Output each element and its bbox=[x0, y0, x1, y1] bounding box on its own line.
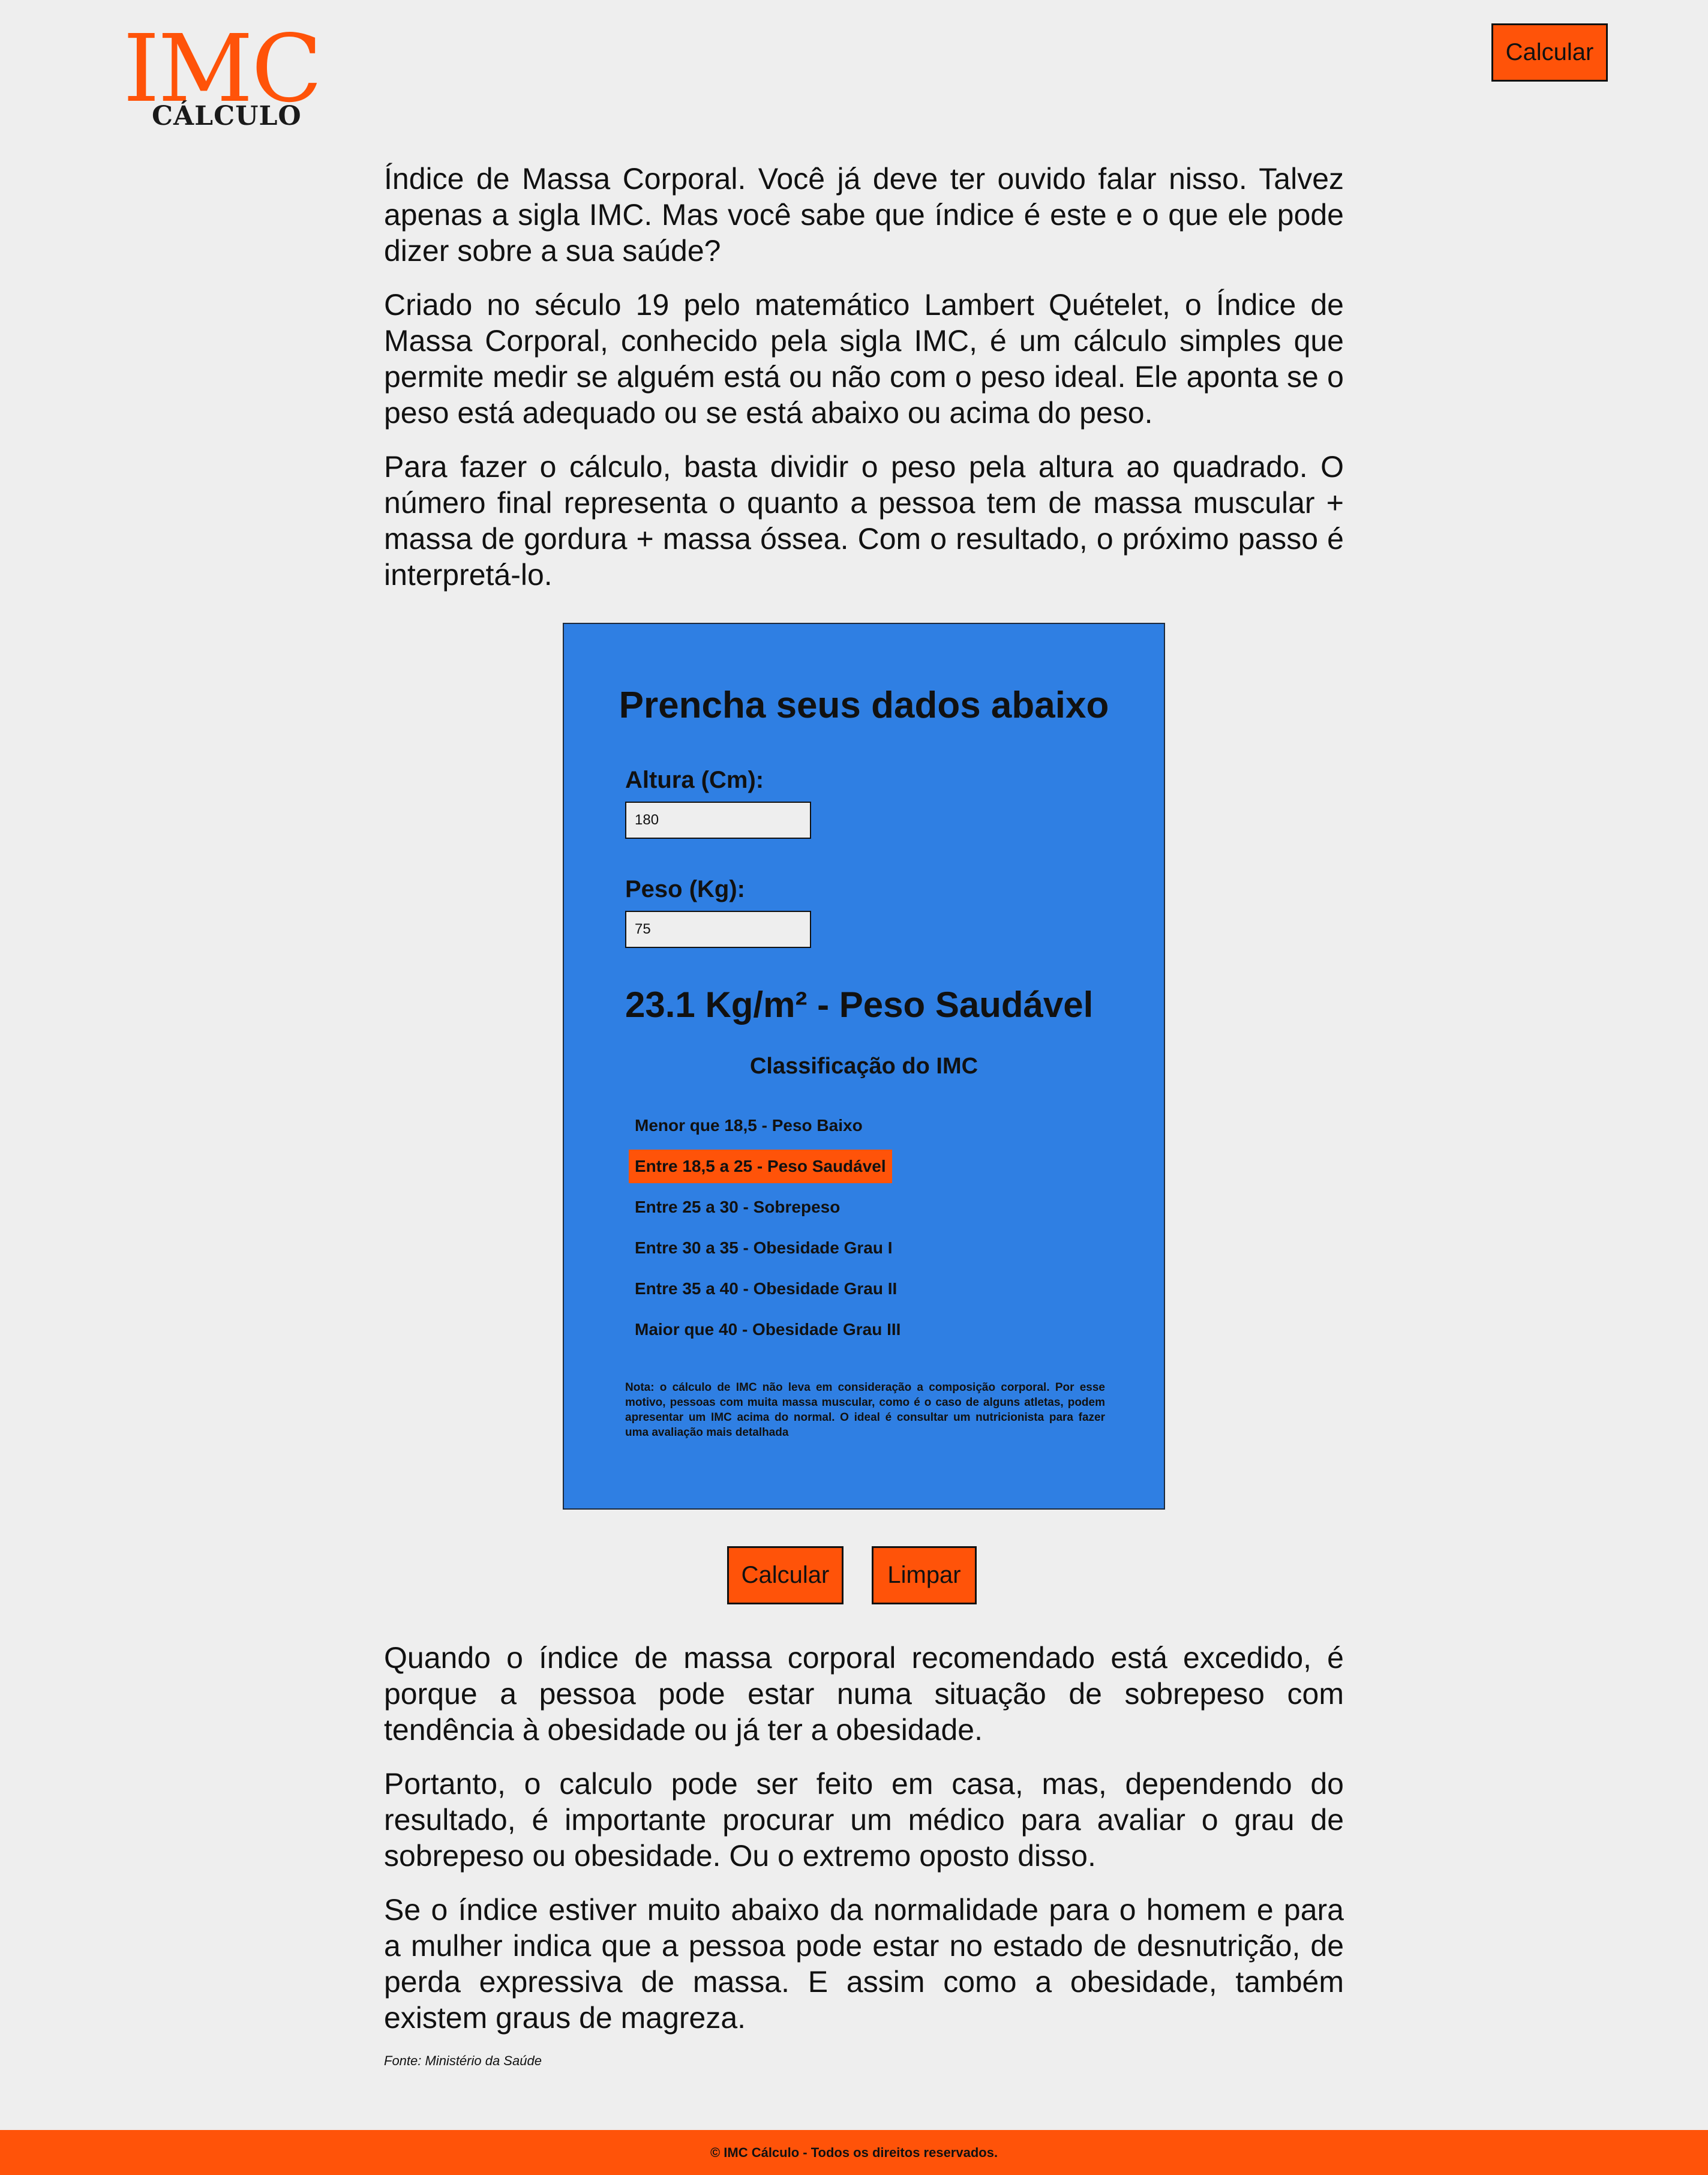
outro-paragraph: Quando o índice de massa corporal recome… bbox=[384, 1641, 1344, 1747]
logo[interactable]: IMC CÁLCULO bbox=[123, 22, 323, 138]
footer-copyright: © IMC Cálculo - Todos os direitos reserv… bbox=[710, 2144, 998, 2160]
form-title: Prencha seus dados abaixo bbox=[619, 685, 1109, 726]
classification-list: Menor que 18,5 - Peso Baixo Entre 18,5 a… bbox=[629, 1109, 906, 1354]
logo-subtitle: CÁLCULO bbox=[152, 101, 302, 131]
height-label: Altura (Cm): bbox=[625, 767, 764, 793]
header-calculate-button[interactable]: Calcular bbox=[1491, 23, 1608, 82]
intro-paragraph: Para fazer o cálculo, basta dividir o pe… bbox=[384, 450, 1344, 592]
classification-item: Entre 30 a 35 - Obesidade Grau I bbox=[635, 1238, 893, 1257]
clear-button[interactable]: Limpar bbox=[872, 1546, 977, 1604]
classification-item: Entre 25 a 30 - Sobrepeso bbox=[635, 1198, 841, 1216]
classification-item: Entre 35 a 40 - Obesidade Grau II bbox=[635, 1279, 897, 1298]
outro-paragraph: Se o índice estiver muito abaixo da norm… bbox=[384, 1893, 1344, 2035]
source-note: Fonte: Ministério da Saúde bbox=[384, 2053, 542, 2068]
intro-paragraph: Índice de Massa Corporal. Você já deve t… bbox=[384, 162, 1344, 268]
weight-input[interactable] bbox=[625, 911, 811, 948]
classification-item: Maior que 40 - Obesidade Grau III bbox=[635, 1320, 901, 1339]
bmi-result: 23.1 Kg/m² - Peso Saudável bbox=[625, 985, 1094, 1025]
calculate-button[interactable]: Calcular bbox=[727, 1546, 844, 1604]
outro-paragraph: Portanto, o calculo pode ser feito em ca… bbox=[384, 1767, 1344, 1873]
classification-item-active: Entre 18,5 a 25 - Peso Saudável bbox=[629, 1150, 892, 1183]
footer: © IMC Cálculo - Todos os direitos reserv… bbox=[0, 2130, 1708, 2175]
intro-paragraph: Criado no século 19 pelo matemático Lamb… bbox=[384, 288, 1344, 430]
bmi-note: Nota: o cálculo de IMC não leva em consi… bbox=[625, 1381, 1105, 1439]
height-input[interactable] bbox=[625, 802, 811, 839]
weight-label: Peso (Kg): bbox=[625, 876, 745, 902]
classification-item: Menor que 18,5 - Peso Baixo bbox=[635, 1116, 863, 1135]
bmi-form-panel: Prencha seus dados abaixo Altura (Cm): P… bbox=[563, 623, 1165, 1510]
classification-title: Classificação do IMC bbox=[749, 1054, 978, 1079]
